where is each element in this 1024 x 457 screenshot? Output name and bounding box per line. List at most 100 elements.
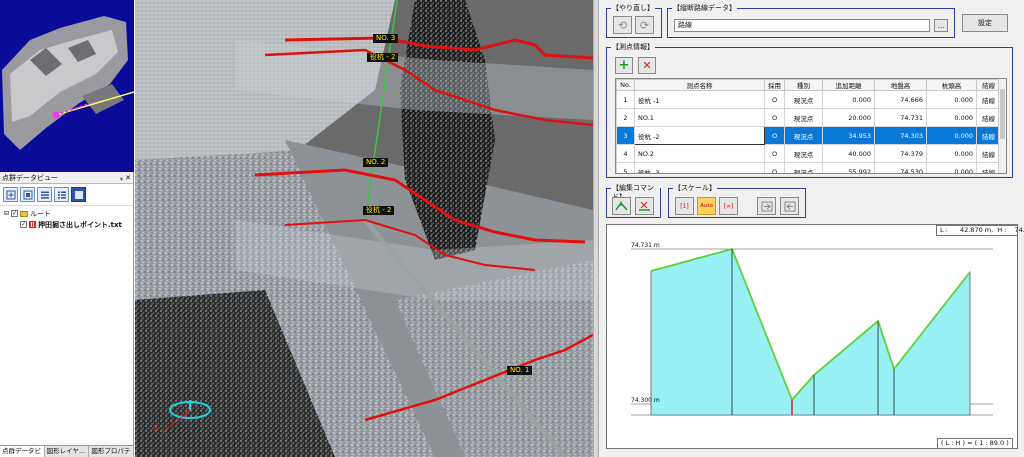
axis-x-label: X: [153, 424, 159, 433]
route-name-field[interactable]: 路線: [674, 19, 930, 32]
tree-item-file[interactable]: ✓ 押田掘さ出しポイント.txt: [4, 219, 129, 230]
cell-use[interactable]: O: [764, 126, 785, 145]
cell-pile-height[interactable]: 0.000: [926, 144, 977, 163]
cell-link[interactable]: 結線: [976, 144, 1001, 163]
longitudinal-route-group-label: 【縦断路線データ】: [672, 4, 737, 13]
cell-type[interactable]: 現況点: [784, 108, 823, 127]
cell-link[interactable]: 結線: [976, 162, 1001, 173]
undo-button[interactable]: ⟲: [613, 16, 632, 34]
station-info-group: 【測点情報】 + ✕ No. 測点名称 採用 種別 追加距離 地盤高 杭頭高 結…: [606, 43, 1013, 178]
table-row-selected[interactable]: 3 役杭 -2 O 現況点 34.953 74.303 0.000 結線: [616, 126, 1001, 145]
point-file-icon: [29, 221, 36, 228]
edit-command-button-1[interactable]: [612, 197, 631, 215]
cell-pile-height[interactable]: 0.000: [926, 126, 977, 145]
scale-infinity-button[interactable]: [∞]: [719, 197, 738, 215]
undo-icon: ⟲: [617, 18, 628, 32]
cell-type[interactable]: 現況点: [784, 144, 823, 163]
cell-no: 1: [616, 90, 635, 109]
cell-name[interactable]: NO.2: [634, 144, 765, 163]
cell-name-editing[interactable]: 役杭 -2: [634, 126, 765, 145]
column-header[interactable]: 種別: [784, 79, 823, 91]
list-view-icon[interactable]: [37, 187, 52, 202]
3d-point-cloud-viewport[interactable]: NO. 3 役杭 - 2 NO. 2 役杭 - 2 NO. 1 X: [135, 0, 593, 457]
edit-command-button-2[interactable]: [635, 197, 654, 215]
table-scrollbar[interactable]: [998, 79, 1006, 173]
profile-view[interactable]: L : 42.870 m, H : 74.676 m 74.731 m 74.3…: [606, 224, 1024, 449]
tree-item-label: ルート: [30, 209, 52, 218]
cell-ground-height[interactable]: 74.379: [874, 144, 927, 163]
cell-pile-height[interactable]: 0.000: [926, 90, 977, 109]
table-row[interactable]: 4 NO.2 O 現況点 40.000 74.379 0.000 結線: [616, 144, 1001, 163]
column-header[interactable]: 採用: [764, 79, 785, 91]
scale-group-label: 【スケール】: [673, 184, 717, 193]
cell-distance[interactable]: 34.953: [822, 126, 875, 145]
column-header[interactable]: 杭頭高: [926, 79, 977, 91]
tree-checkbox[interactable]: ✓: [20, 221, 27, 228]
tree-checkbox[interactable]: ✓: [11, 210, 19, 217]
cell-no: 4: [616, 144, 635, 163]
cell-use[interactable]: O: [764, 144, 785, 163]
cell-pile-height[interactable]: 0.000: [926, 162, 977, 173]
detail-view-icon[interactable]: [54, 187, 69, 202]
cell-link[interactable]: 結線: [976, 126, 1001, 145]
add-station-button[interactable]: +: [615, 57, 633, 74]
scale-group: 【スケール】 [1] Auto [∞]: [668, 184, 806, 218]
top-level-label: 74.731 m: [631, 242, 660, 249]
cell-ground-height[interactable]: 74.530: [874, 162, 927, 173]
bottom-level-label: 74.300 m: [631, 397, 660, 404]
cell-pile-height[interactable]: 0.000: [926, 108, 977, 127]
minimap-view[interactable]: [0, 0, 134, 172]
tree-item-label: 押田掘さ出しポイント.txt: [38, 220, 122, 229]
cell-type[interactable]: 現況点: [784, 90, 823, 109]
panel-pin-close-controls[interactable]: ᵩ ✕: [120, 172, 131, 184]
column-header[interactable]: No.: [616, 79, 635, 91]
tab-shape-property[interactable]: 図形プロパテ: [89, 446, 135, 457]
tree-expander-icon[interactable]: ⊟: [4, 210, 9, 217]
delete-station-button[interactable]: ✕: [638, 57, 656, 74]
redo-button[interactable]: ⟳: [635, 16, 654, 34]
tab-shape-layer[interactable]: 図形レイヤ...: [45, 446, 90, 457]
cell-no: 2: [616, 108, 635, 127]
scale-auto-button[interactable]: Auto: [697, 197, 716, 215]
cell-use[interactable]: O: [764, 162, 785, 173]
large-icon-view-icon[interactable]: [71, 187, 86, 202]
cell-name[interactable]: 役杭 -3: [634, 162, 765, 173]
column-header[interactable]: 追加距離: [822, 79, 875, 91]
scale-1-button[interactable]: [1]: [675, 197, 694, 215]
zoom-out-button[interactable]: [780, 197, 799, 215]
tree-item-root[interactable]: ⊟ ✓ ルート: [4, 208, 129, 219]
column-header[interactable]: 地盤高: [874, 79, 927, 91]
select-layer-icon[interactable]: [20, 187, 35, 202]
station-label-kai2-mid: 役杭 - 2: [363, 206, 395, 215]
profile-editor-panel: 【やり直し】 ⟲ ⟳ 【縦断路線データ】 路線 ... 設定 【測点情報】 + …: [599, 0, 1024, 457]
cell-ground-height[interactable]: 74.666: [874, 90, 927, 109]
table-row[interactable]: 5 役杭 -3 O 現況点 55.992 74.530 0.000 結線: [616, 162, 1001, 173]
cell-name[interactable]: 役杭 -1: [634, 90, 765, 109]
cell-link[interactable]: 結線: [976, 108, 1001, 127]
cell-use[interactable]: O: [764, 108, 785, 127]
cell-distance[interactable]: 40.000: [822, 144, 875, 163]
station-table-header: No. 測点名称 採用 種別 追加距離 地盤高 杭頭高 結線: [616, 79, 1001, 91]
table-row[interactable]: 1 役杭 -1 O 現況点 0.000 74.666 0.000 結線: [616, 90, 1001, 109]
longitudinal-route-group: 【縦断路線データ】 路線 ...: [667, 4, 955, 38]
cell-type[interactable]: 現況点: [784, 162, 823, 173]
settings-button[interactable]: 設定: [962, 14, 1008, 32]
cell-ground-height[interactable]: 74.731: [874, 108, 927, 127]
cell-link[interactable]: 結線: [976, 90, 1001, 109]
cell-type[interactable]: 現況点: [784, 126, 823, 145]
cell-ground-height[interactable]: 74.303: [874, 126, 927, 145]
cell-distance[interactable]: 0.000: [822, 90, 875, 109]
add-layer-icon[interactable]: [3, 187, 18, 202]
column-header[interactable]: 測点名称: [634, 79, 765, 91]
zoom-in-button[interactable]: [757, 197, 776, 215]
table-row[interactable]: 2 NO.1 O 現況点 20.000 74.731 0.000 結線: [616, 108, 1001, 127]
undo-group-label: 【やり直し】: [611, 4, 655, 13]
cell-distance[interactable]: 55.992: [822, 162, 875, 173]
column-header[interactable]: 結線: [976, 79, 1001, 91]
tab-point-cloud-view[interactable]: 点群データビ: [0, 446, 45, 457]
cell-distance[interactable]: 20.000: [822, 108, 875, 127]
route-browse-button[interactable]: ...: [934, 19, 948, 32]
cell-use[interactable]: O: [764, 90, 785, 109]
ground-profile: [650, 247, 971, 416]
cell-name[interactable]: NO.1: [634, 108, 765, 127]
